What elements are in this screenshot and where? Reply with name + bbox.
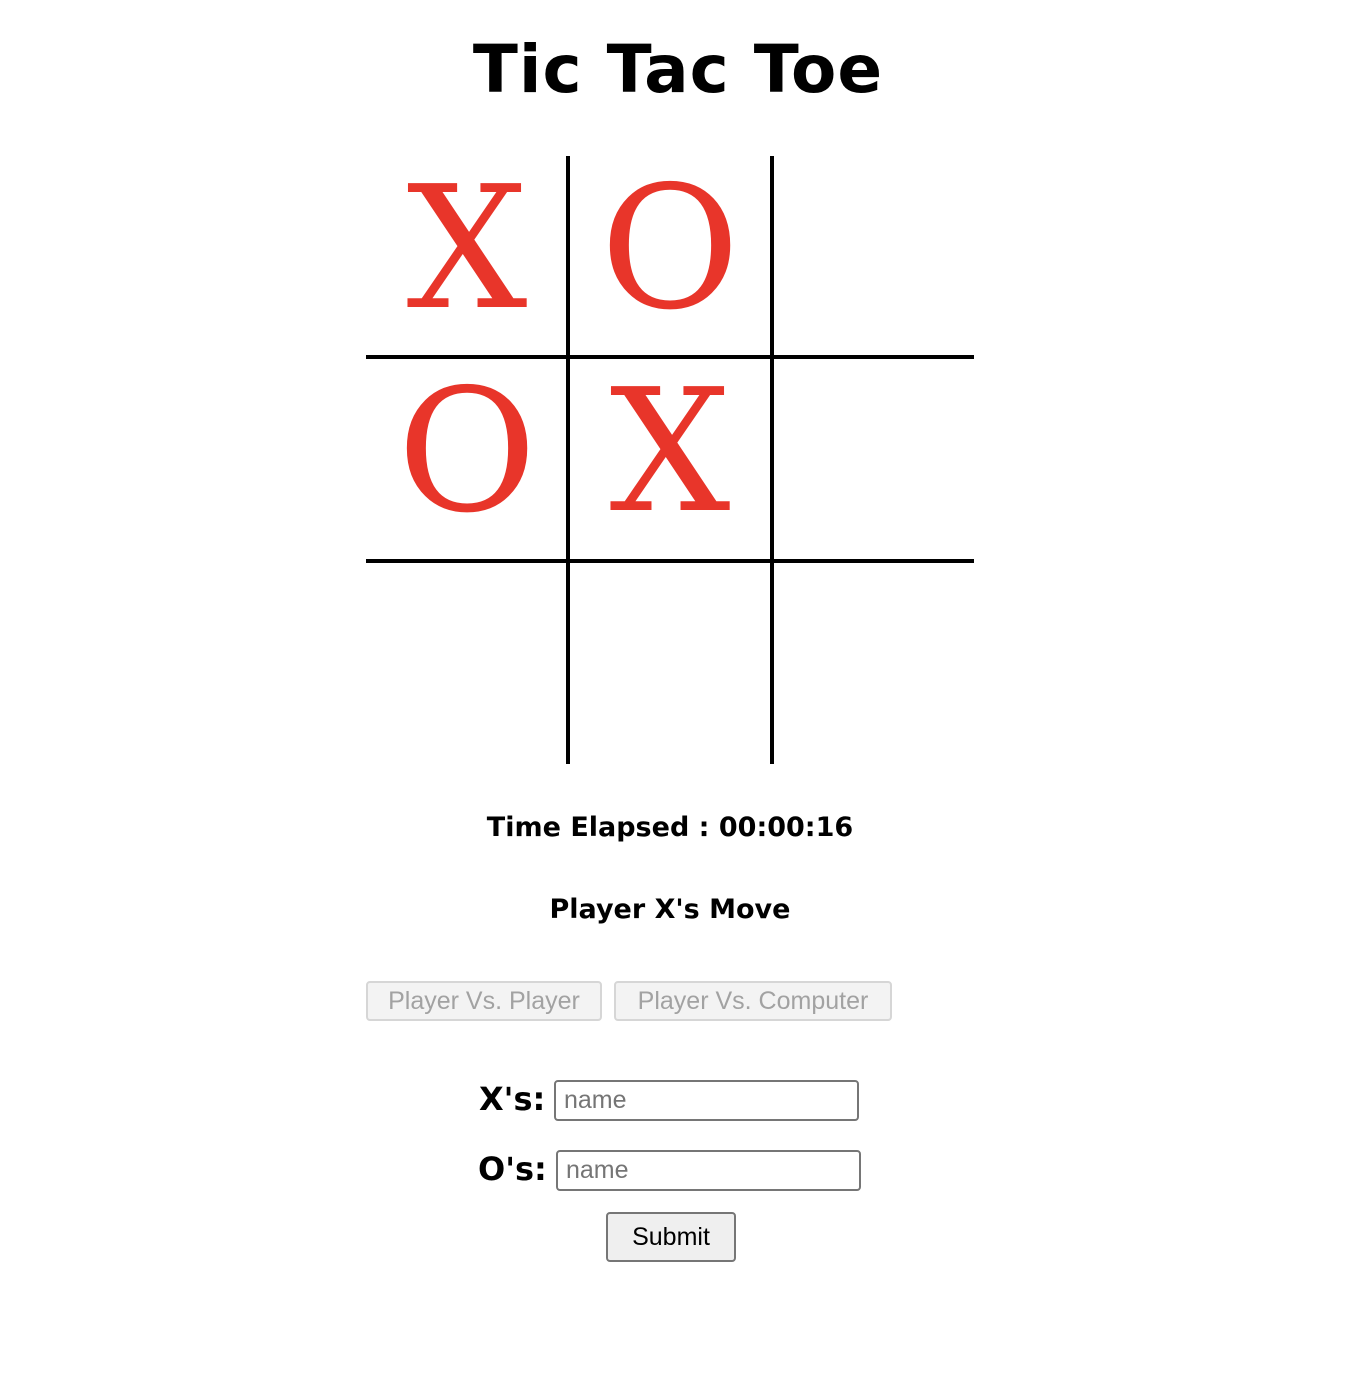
board-cell-2[interactable]: O — [569, 156, 771, 358]
board-cell-7[interactable] — [366, 562, 568, 764]
cell-mark: X — [406, 150, 528, 348]
board-cell-1[interactable]: X — [366, 156, 568, 358]
board-cell-3[interactable] — [772, 156, 974, 358]
board-cell-9[interactable] — [772, 562, 974, 764]
x-player-label: X's: — [479, 1080, 546, 1118]
cell-mark: X — [609, 353, 731, 551]
page-title: Tic Tac Toe — [472, 31, 884, 108]
board-cell-8[interactable] — [569, 562, 771, 764]
time-elapsed: Time Elapsed : 00:00:16 — [486, 812, 854, 843]
game-board: X O O X — [366, 156, 974, 764]
grid-line-vertical-1 — [566, 156, 570, 764]
board-cell-6[interactable] — [772, 359, 974, 561]
x-player-name-input[interactable] — [554, 1080, 859, 1121]
submit-button[interactable]: Submit — [606, 1212, 736, 1262]
turn-status: Player X's Move — [549, 894, 791, 925]
grid-line-horizontal-2 — [366, 559, 974, 563]
board-cell-5[interactable]: X — [569, 359, 771, 561]
board-cell-4[interactable]: O — [366, 359, 568, 561]
player-vs-computer-button[interactable]: Player Vs. Computer — [614, 981, 892, 1021]
o-player-label: O's: — [478, 1150, 547, 1188]
o-player-name-input[interactable] — [556, 1150, 861, 1191]
cell-mark: O — [600, 150, 740, 348]
grid-line-horizontal-1 — [366, 355, 974, 359]
grid-line-vertical-2 — [770, 156, 774, 764]
cell-mark: O — [397, 353, 537, 551]
player-vs-player-button[interactable]: Player Vs. Player — [366, 981, 602, 1021]
